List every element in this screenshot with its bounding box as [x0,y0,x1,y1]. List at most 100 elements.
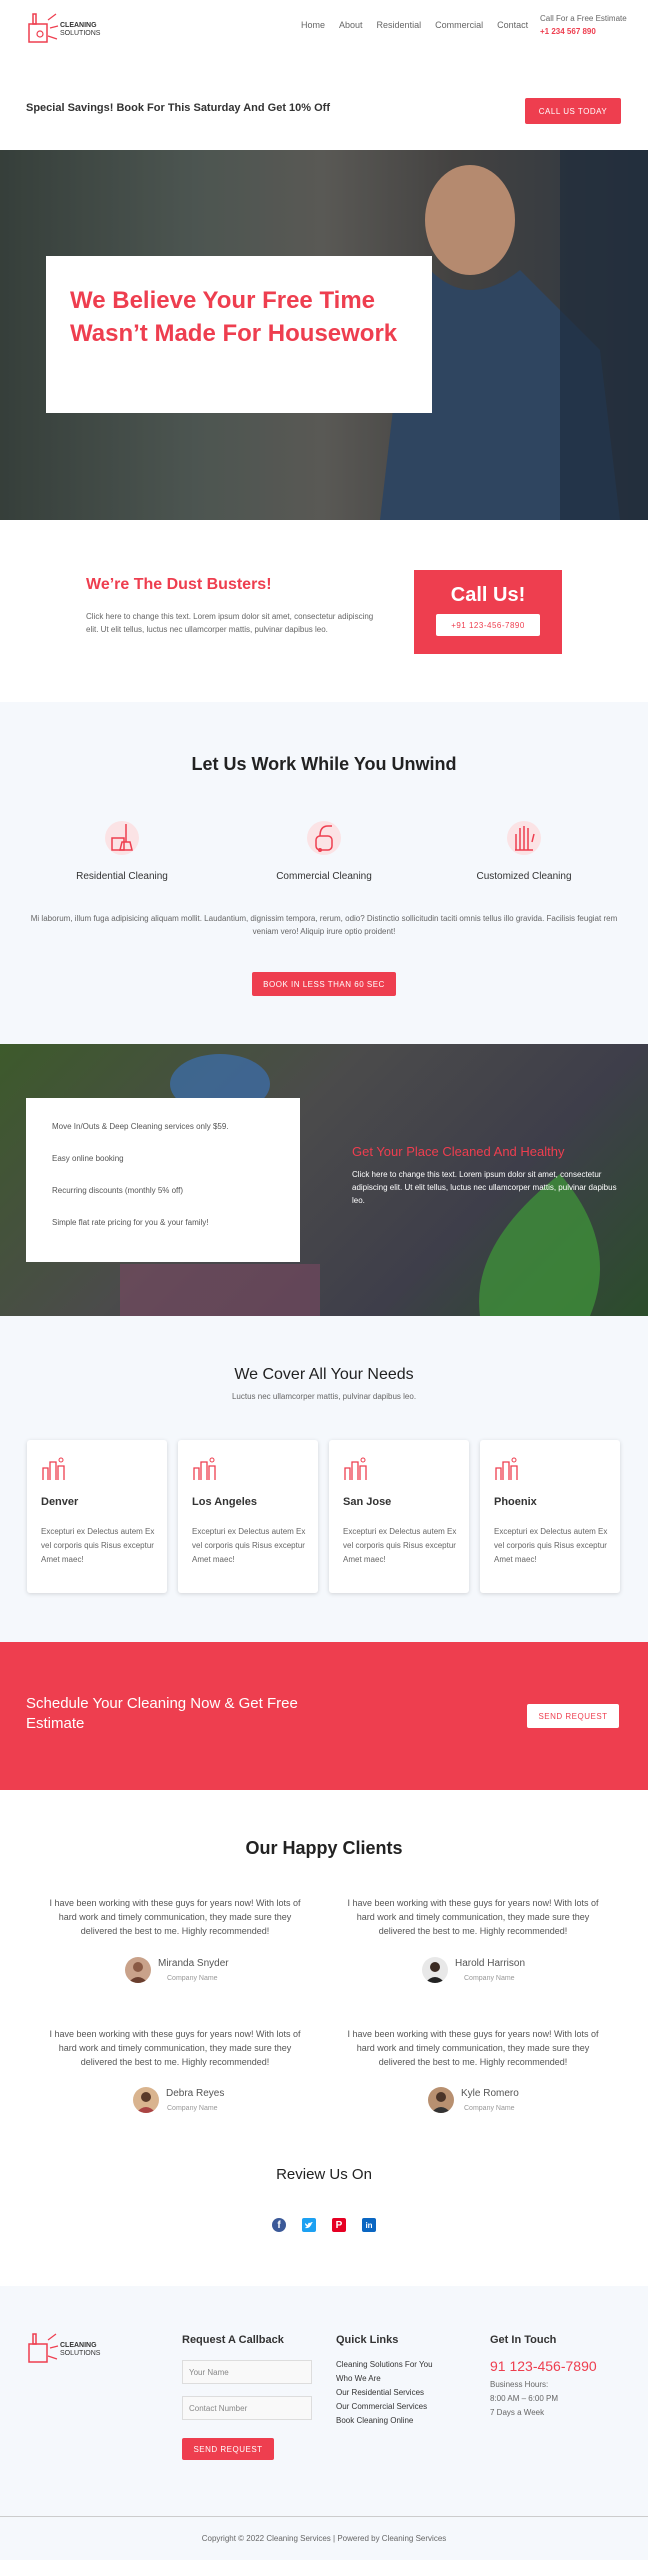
footer-logo[interactable]: CLEANING SOLUTIONS [26,2330,106,2366]
avatar [422,1957,448,1983]
main-nav: Home About Residential Commercial Contac… [301,20,528,30]
twitter-icon[interactable] [302,2218,316,2232]
nav-commercial[interactable]: Commercial [435,20,483,30]
offer-item: Recurring discounts (monthly 5% off) [52,1186,184,1195]
service-customized[interactable]: Customized Cleaning [452,820,596,882]
logo-icon [28,13,59,43]
name-input[interactable]: Your Name [182,2360,312,2384]
testimonial-company: Company Name [464,1975,515,1982]
city-card-los-angeles[interactable]: Los Angeles Excepturi ex Delectus autem … [178,1440,318,1593]
offers-section: Move In/Outs & Deep Cleaning services on… [0,1044,648,1316]
city-name: Phoenix [494,1496,537,1508]
service-customized-label: Customized Cleaning [476,871,572,882]
testimonial-name: Miranda Snyder [158,1958,229,1969]
schedule-title: Schedule Your Cleaning Now & Get Free Es… [26,1695,298,1732]
avatar [133,2087,159,2113]
quick-links-title: Quick Links [336,2334,399,2346]
footer-link[interactable]: Book Cleaning Online [336,2416,413,2425]
callback-title: Request A Callback [182,2334,284,2346]
promo-text: Special Savings! Book For This Saturday … [26,102,330,114]
logo[interactable]: CLEANING SOLUTIONS [26,10,106,46]
city-skyline-icon [193,1457,216,1480]
footer-phone[interactable]: 91 123-456-7890 [490,2358,597,2374]
nav-residential[interactable]: Residential [377,20,422,30]
header-phone[interactable]: +1 234 567 890 [540,27,596,36]
copyright: Copyright © 2022 Cleaning Services | Pow… [201,2534,447,2543]
vacuum-icon [307,821,341,855]
testimonial-quote: I have been working with these guys for … [347,2029,599,2067]
business-hours: 8:00 AM – 6:00 PM [490,2394,559,2403]
testimonial-name: Harold Harrison [455,1958,526,1969]
testimonial-quote: I have been working with these guys for … [49,1898,301,1936]
city-name: San Jose [343,1496,392,1508]
testimonial-quote: I have been working with these guys for … [347,1898,599,1936]
city-card-phoenix[interactable]: Phoenix Excepturi ex Delectus autem Ex v… [480,1440,620,1593]
offers-title: Get Your Place Cleaned And Healthy [352,1144,565,1159]
footer-link[interactable]: Our Commercial Services [336,2402,427,2411]
avatar [125,1957,151,1983]
broom-bucket-icon [105,821,139,855]
book-now-button[interactable]: BOOK IN LESS THAN 60 SEC [252,972,396,996]
nav-home[interactable]: Home [301,20,325,30]
linkedin-icon[interactable]: in [362,2218,376,2232]
pinterest-icon[interactable]: P [332,2218,346,2232]
footer-link[interactable]: Who We Are [336,2374,381,2383]
city-text: Excepturi ex Delectus autem Ex vel corpo… [343,1527,457,1564]
offer-item: Easy online booking [52,1154,124,1163]
city-skyline-icon [495,1457,518,1480]
footer-link[interactable]: Cleaning Solutions For You [336,2360,433,2369]
glove-icon [507,821,541,855]
send-request-banner-button[interactable]: SEND REQUEST [527,1704,619,1728]
dust-text: Click here to change this text. Lorem ip… [86,612,374,634]
dust-title: We’re The Dust Busters! [86,576,272,593]
testimonial-quote: I have been working with these guys for … [49,2029,301,2067]
get-in-touch-title: Get In Touch [490,2334,557,2346]
call-box-phone-button[interactable]: +91 123-456-7890 [436,614,540,636]
testimonial-company: Company Name [167,1975,218,1982]
call-box-title: Call Us! [450,584,526,606]
footer-link[interactable]: Our Residential Services [336,2388,424,2397]
hero-card: We Believe Your Free Time Wasn’t Made Fo… [46,256,432,413]
logo-icon [28,2333,59,2363]
testimonial-company: Company Name [464,2105,515,2112]
business-days: 7 Days a Week [490,2408,545,2417]
city-card-denver[interactable]: Denver Excepturi ex Delectus autem Ex ve… [27,1440,167,1593]
city-card-san-jose[interactable]: San Jose Excepturi ex Delectus autem Ex … [329,1440,469,1593]
send-request-button[interactable]: SEND REQUEST [182,2438,274,2460]
testimonial-name: Kyle Romero [461,2088,519,2099]
city-skyline-icon [344,1457,367,1480]
hero-title: We Believe Your Free Time Wasn’t Made Fo… [70,287,398,347]
schedule-banner: Schedule Your Cleaning Now & Get Free Es… [0,1642,648,1790]
service-residential-label: Residential Cleaning [76,871,168,882]
service-residential[interactable]: Residential Cleaning [50,820,194,882]
nav-about[interactable]: About [339,20,363,30]
testimonial-name: Debra Reyes [166,2088,225,2099]
city-text: Excepturi ex Delectus autem Ex vel corpo… [494,1527,608,1564]
clients-title: Our Happy Clients [245,1838,403,1858]
footer-divider [0,2516,648,2517]
footer: CLEANING SOLUTIONS Request A Callback Yo… [0,2286,648,2560]
logo-line2: SOLUTIONS [60,30,101,37]
call-box: Call Us! +91 123-456-7890 [414,570,562,654]
call-us-today-button[interactable]: CALL US TODAY [525,98,621,124]
logo-line1: CLEANING [60,22,97,29]
header-call-label: Call For a Free Estimate [540,14,627,23]
offers-text: Click here to change this text. Lorem ip… [352,1170,617,1205]
service-commercial-label: Commercial Cleaning [276,871,372,882]
city-text: Excepturi ex Delectus autem Ex vel corpo… [41,1527,155,1564]
avatar [428,2087,454,2113]
site-header: CLEANING SOLUTIONS Home About Residentia… [0,0,648,60]
logo-line1: CLEANING [60,2342,97,2349]
facebook-icon[interactable]: f [272,2218,286,2232]
business-hours-label: Business Hours: [490,2380,549,2389]
unwind-title: Let Us Work While You Unwind [191,754,457,774]
cover-title: We Cover All Your Needs [234,1366,414,1383]
contact-input[interactable]: Contact Number [182,2396,312,2420]
testimonial-company: Company Name [167,2105,218,2112]
offer-item: Simple flat rate pricing for you & your … [52,1218,209,1227]
unwind-text: Mi laborum, illum fuga adipisicing aliqu… [30,914,618,936]
city-text: Excepturi ex Delectus autem Ex vel corpo… [192,1527,306,1564]
service-commercial[interactable]: Commercial Cleaning [252,820,396,882]
nav-contact[interactable]: Contact [497,20,528,30]
offers-card: Move In/Outs & Deep Cleaning services on… [26,1098,300,1262]
